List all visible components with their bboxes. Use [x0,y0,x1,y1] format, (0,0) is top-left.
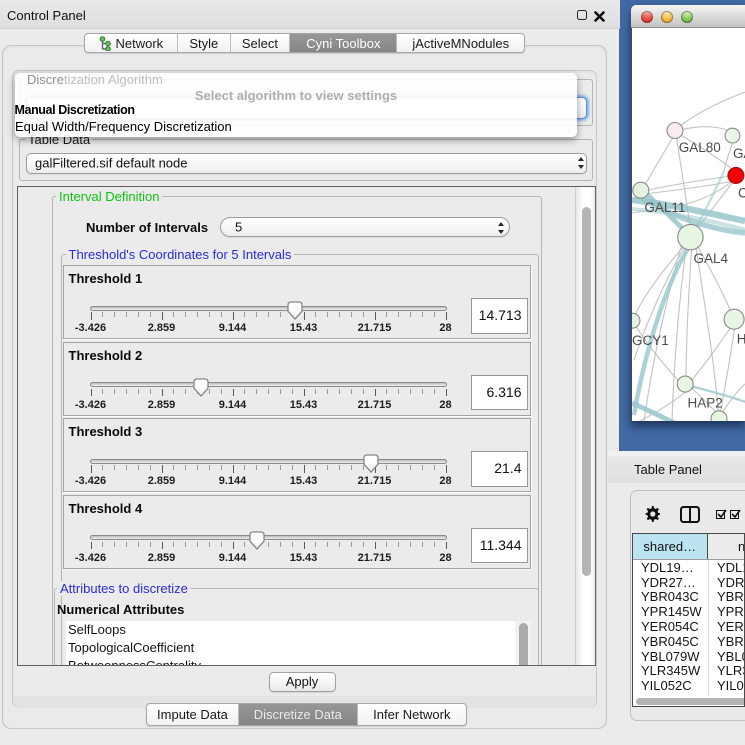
svg-text:GAL80: GAL80 [679,140,721,155]
svg-text:HAP2: HAP2 [688,396,723,411]
svg-text:HI: HI [737,332,745,347]
svg-text:GCY1: GCY1 [632,333,669,348]
svg-text:GAL11: GAL11 [644,200,685,215]
svg-text:GAL4: GAL4 [694,251,729,266]
svg-text:GA: GA [733,146,745,161]
svg-text:CY: CY [738,185,745,200]
